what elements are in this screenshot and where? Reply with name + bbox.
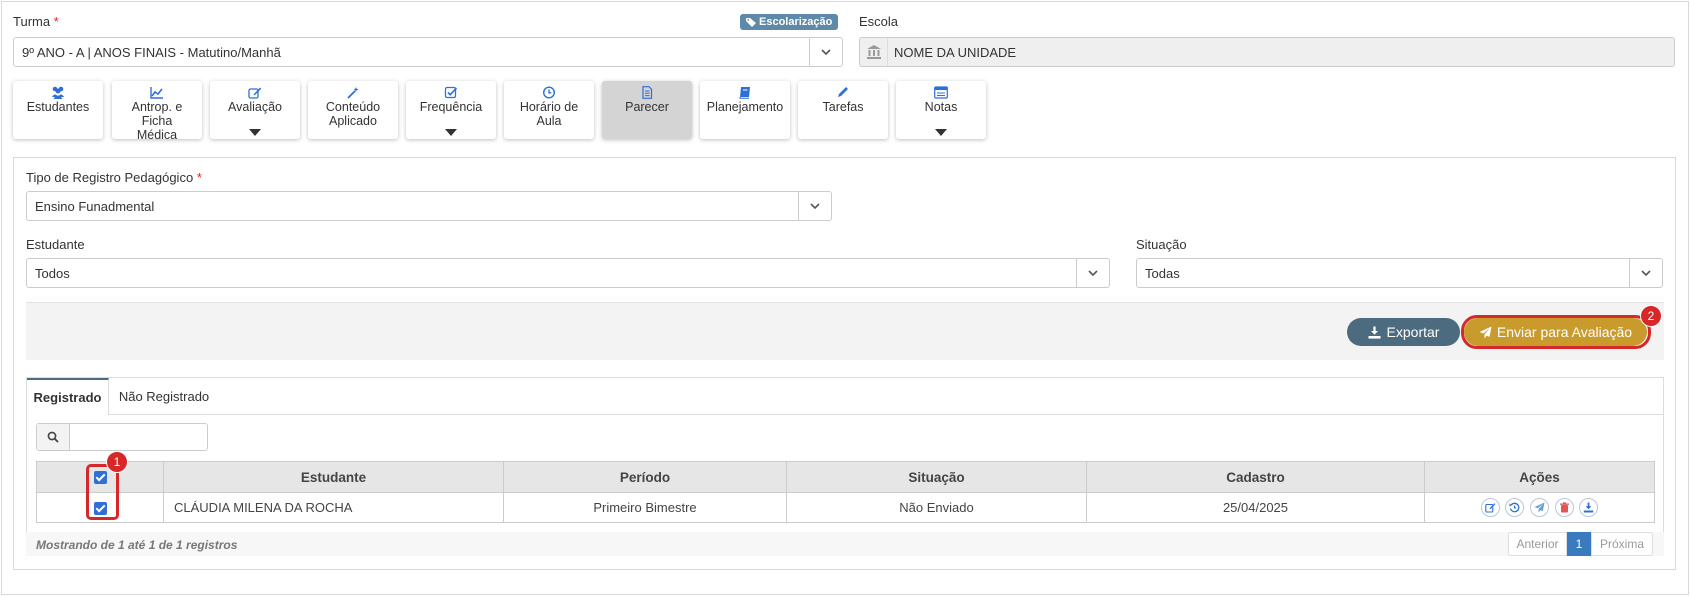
- export-button[interactable]: Exportar: [1347, 318, 1460, 346]
- records-info: Mostrando de 1 até 1 de 1 registros: [36, 538, 238, 552]
- chevron-down-icon[interactable]: [1629, 259, 1662, 287]
- edit-icon[interactable]: [1480, 498, 1500, 517]
- tile-conteudo[interactable]: Conteúdo Aplicado: [308, 81, 398, 139]
- tile-planejamento[interactable]: Planejamento: [700, 81, 790, 139]
- export-label: Exportar: [1386, 324, 1440, 340]
- highlight-send-button: [1461, 315, 1651, 349]
- pencil-icon: [838, 87, 848, 97]
- tile-horario[interactable]: Horário de Aula: [504, 81, 594, 139]
- tipo-registro-select[interactable]: Ensino Funadmental: [26, 191, 832, 221]
- tile-label: Conteúdo Aplicado: [325, 100, 381, 128]
- chevron-down-icon[interactable]: [809, 38, 842, 66]
- escolarizacao-tag[interactable]: Escolarização: [740, 14, 839, 30]
- pagination: Anterior 1 Próxima: [1508, 532, 1653, 556]
- cell-acoes: [1424, 492, 1655, 523]
- tile-label: Horário de Aula: [519, 100, 579, 128]
- tile-label: Estudantes: [26, 100, 90, 114]
- cell-estudante: CLÁUDIA MILENA DA ROCHA: [163, 492, 504, 523]
- table-row: CLÁUDIA MILENA DA ROCHA Primeiro Bimestr…: [36, 492, 1655, 523]
- situacao-select[interactable]: Todas: [1136, 258, 1663, 288]
- tile-label: Avaliação: [228, 100, 282, 114]
- cell-situacao: Não Enviado: [786, 492, 1087, 523]
- prev-page-button[interactable]: Anterior: [1508, 532, 1567, 556]
- tile-label: Planejamento: [706, 100, 784, 114]
- estudante-label: Estudante: [26, 237, 85, 252]
- escola-field: NOME DA UNIDADE: [859, 37, 1675, 67]
- chevron-down-icon[interactable]: [798, 192, 831, 220]
- tile-antrop[interactable]: Antrop. e Ficha Médica: [112, 81, 202, 142]
- tab-nao-registrado[interactable]: Não Registrado: [109, 378, 219, 415]
- table-header-row: Estudante Período Situação Cadastro Açõe…: [36, 461, 1655, 493]
- turma-select[interactable]: 9º ANO - A | ANOS FINAIS - Matutino/Manh…: [13, 37, 843, 67]
- caret-down-icon[interactable]: [935, 129, 947, 136]
- table-search[interactable]: [36, 423, 208, 451]
- cell-periodo: Primeiro Bimestre: [503, 492, 787, 523]
- book-icon: [739, 87, 750, 99]
- header-acoes: Ações: [1424, 461, 1655, 493]
- cell-cadastro: 25/04/2025: [1086, 492, 1425, 523]
- tile-label: Parecer: [625, 100, 669, 114]
- caret-down-icon[interactable]: [445, 129, 457, 136]
- table-footer: Mostrando de 1 até 1 de 1 registros: [26, 532, 1664, 556]
- next-page-button[interactable]: Próxima: [1591, 532, 1653, 556]
- current-page-button[interactable]: 1: [1567, 532, 1591, 556]
- turma-label: Turma *: [13, 14, 59, 29]
- magic-wand-icon: [347, 87, 359, 99]
- records-table: Estudante Período Situação Cadastro Açõe…: [36, 461, 1655, 523]
- tile-notas[interactable]: Notas: [896, 81, 986, 139]
- users-icon: [52, 86, 64, 99]
- history-icon[interactable]: [1505, 498, 1525, 517]
- estudante-select[interactable]: Todos: [26, 258, 1110, 288]
- send-icon[interactable]: [1530, 498, 1549, 517]
- header-estudante[interactable]: Estudante: [163, 461, 504, 493]
- tile-tarefas[interactable]: Tarefas: [798, 81, 888, 139]
- tipo-registro-label: Tipo de Registro Pedagógico *: [26, 170, 202, 185]
- line-chart-icon: [150, 87, 163, 99]
- chevron-down-icon[interactable]: [1076, 259, 1109, 287]
- search-input[interactable]: [71, 424, 207, 450]
- download-icon[interactable]: [1579, 498, 1599, 517]
- check-square-icon: [444, 86, 458, 99]
- edit-icon: [248, 87, 262, 99]
- tile-label: Notas: [924, 100, 958, 114]
- turma-value: 9º ANO - A | ANOS FINAIS - Matutino/Manh…: [22, 45, 281, 60]
- escola-label: Escola: [859, 14, 899, 29]
- search-icon: [37, 424, 70, 450]
- step-badge-1: 1: [106, 451, 128, 473]
- document-icon: [642, 86, 653, 99]
- header-situacao[interactable]: Situação: [786, 461, 1087, 493]
- tag-icon: [746, 18, 756, 27]
- tile-label: Antrop. e Ficha Médica: [131, 100, 183, 142]
- estudante-value: Todos: [35, 266, 70, 281]
- escolarizacao-label: Escolarização: [759, 16, 833, 28]
- step-badge-2: 2: [1640, 305, 1662, 327]
- tipo-registro-value: Ensino Funadmental: [35, 199, 155, 214]
- tile-frequencia[interactable]: Frequência: [406, 81, 496, 139]
- trash-icon[interactable]: [1554, 498, 1574, 517]
- tile-avaliacao[interactable]: Avaliação: [210, 81, 300, 139]
- tab-registrado[interactable]: Registrado: [27, 378, 109, 415]
- clock-icon: [542, 86, 556, 99]
- bank-icon: [867, 45, 881, 59]
- situacao-label: Situação: [1136, 237, 1187, 252]
- situacao-value: Todas: [1145, 266, 1180, 281]
- download-icon: [1368, 326, 1381, 339]
- header-periodo[interactable]: Período: [503, 461, 787, 493]
- list-icon: [934, 86, 948, 99]
- tile-parecer[interactable]: Parecer: [602, 81, 692, 139]
- tile-estudantes[interactable]: Estudantes: [13, 81, 103, 139]
- tile-label: Frequência: [419, 100, 483, 114]
- escola-value: NOME DA UNIDADE: [894, 45, 1017, 60]
- header-cadastro[interactable]: Cadastro: [1086, 461, 1425, 493]
- caret-down-icon[interactable]: [249, 129, 261, 136]
- tile-label: Tarefas: [822, 100, 864, 114]
